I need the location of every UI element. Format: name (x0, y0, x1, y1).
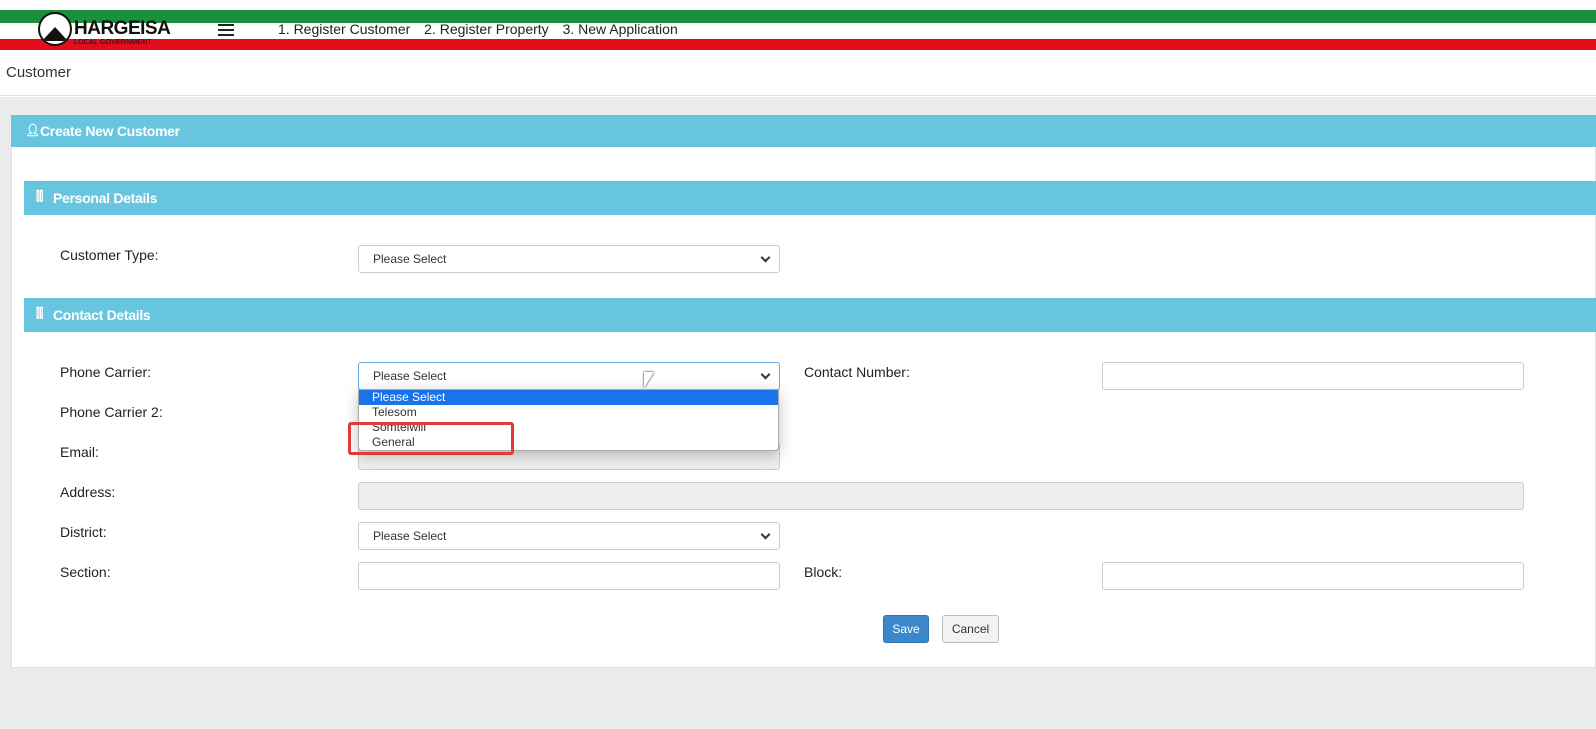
customer-type-label: Customer Type: (60, 247, 159, 263)
logo-subtitle: LOCAL GOVERNMENT (74, 39, 153, 46)
section-personal-details: ⫿⫿ Personal Details (24, 181, 1596, 215)
top-nav: 1. Register Customer 2. Register Propert… (278, 21, 688, 37)
dropdown-option[interactable]: Telesom (359, 405, 778, 420)
section-contact-details: ⫿⫿ Contact Details (24, 298, 1596, 332)
phone-carrier-value: Please Select (373, 369, 447, 383)
block-input[interactable] (1102, 562, 1524, 590)
nav-register-customer[interactable]: 1. Register Customer (278, 21, 410, 37)
chevron-down-icon (760, 369, 771, 380)
customer-type-value: Please Select (373, 252, 447, 266)
section-input[interactable] (358, 562, 780, 590)
nav-register-property[interactable]: 2. Register Property (424, 21, 549, 37)
phone-carrier-select[interactable]: Please Select (358, 362, 780, 390)
mouse-cursor-icon (644, 372, 654, 388)
district-value: Please Select (373, 529, 447, 543)
district-select[interactable]: Please Select (358, 522, 780, 550)
logo-title: HARGEISA (74, 18, 171, 39)
logo-emblem-icon (38, 12, 72, 46)
section-label: Section: (60, 564, 111, 580)
chevron-down-icon (760, 252, 771, 263)
phone-carrier-label: Phone Carrier: (60, 364, 152, 380)
phone-carrier-dropdown: Please Select Telesom Somtelwill General (358, 389, 779, 451)
email-label: Email: (60, 444, 99, 460)
section-title-contact: Contact Details (53, 307, 151, 323)
top-header: HARGEISA LOCAL GOVERNMENT 1. Register Cu… (0, 0, 1596, 52)
sliders-icon: ⫿⫿ (36, 189, 44, 203)
chevron-down-icon (760, 529, 771, 540)
save-button[interactable]: Save (883, 615, 929, 643)
breadcrumb: Customer (0, 52, 1596, 96)
block-label: Block: (804, 564, 843, 580)
district-label: District: (60, 524, 107, 540)
sliders-icon: ⫿⫿ (36, 306, 44, 320)
breadcrumb-label: Customer (6, 64, 72, 81)
customer-type-select[interactable]: Please Select (358, 245, 780, 273)
dropdown-option[interactable]: Please Select (359, 390, 778, 405)
dropdown-option[interactable]: Somtelwill (359, 420, 778, 435)
menu-icon[interactable] (218, 24, 234, 36)
contact-number-input[interactable] (1102, 362, 1524, 390)
logo[interactable]: HARGEISA LOCAL GOVERNMENT (38, 12, 171, 48)
nav-new-application[interactable]: 3. New Application (563, 21, 678, 37)
dropdown-option[interactable]: General (359, 435, 778, 450)
user-icon: 👤︎ (25, 123, 40, 137)
contact-number-label: Contact Number: (804, 364, 910, 380)
address-input[interactable] (358, 482, 1524, 510)
section-title-personal: Personal Details (53, 190, 158, 206)
cancel-button[interactable]: Cancel (942, 615, 999, 643)
phone-carrier-2-label: Phone Carrier 2: (60, 404, 163, 420)
card-title: Create New Customer (40, 123, 180, 139)
card-header: 👤︎ Create New Customer (11, 115, 1596, 147)
address-label: Address: (60, 484, 116, 500)
